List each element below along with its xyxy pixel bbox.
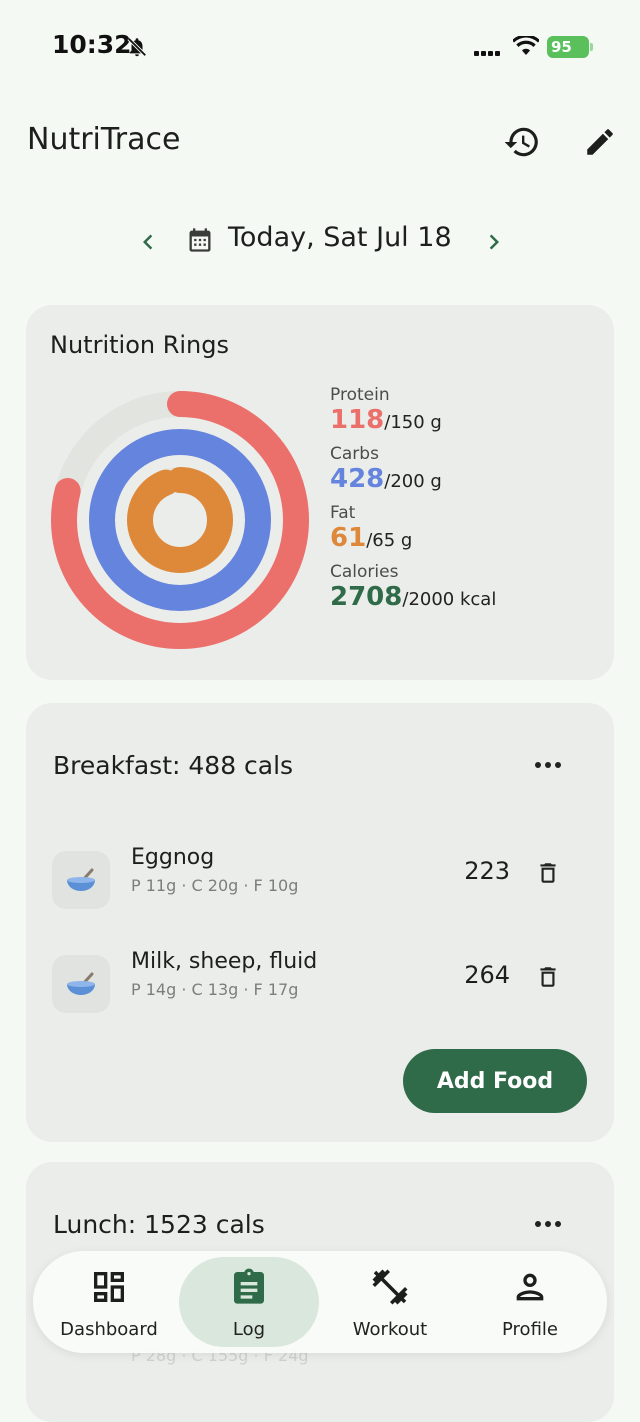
breakfast-card: Breakfast: 488 cals Eggnog P 11g · C 20g… — [26, 703, 614, 1142]
nav-workout[interactable]: Workout — [320, 1251, 460, 1353]
food-macros: P 11g · C 20g · F 10g — [131, 876, 299, 895]
battery-indicator: 95 — [547, 36, 593, 58]
calories-goal: /2000 kcal — [402, 589, 497, 610]
nav-label: Log — [232, 1319, 266, 1340]
chevron-left-icon — [143, 234, 153, 250]
nutrition-rings-chart — [51, 391, 309, 649]
wifi-icon — [513, 36, 539, 55]
edit-button[interactable] — [578, 120, 622, 164]
more-horizontal-icon — [535, 762, 561, 768]
next-day-button[interactable] — [472, 220, 516, 264]
breakfast-title: Breakfast: 488 cals — [53, 751, 294, 780]
clipboard-icon-graphic — [234, 1268, 264, 1304]
calories-value: 2708 — [330, 582, 403, 612]
food-name: Eggnog — [131, 845, 215, 870]
carbs-goal: /200 g — [384, 471, 442, 492]
trash-icon — [540, 863, 556, 883]
bowl-icon-graphic — [67, 868, 95, 891]
calories-label: Calories — [330, 562, 399, 582]
fat-legend: Fat 61/65 g — [330, 503, 496, 553]
person-icon — [508, 1265, 552, 1309]
dumbbell-icon — [368, 1265, 412, 1309]
signal-icon — [474, 41, 502, 60]
food-macros: P 14g · C 13g · F 17g — [131, 980, 299, 999]
bottom-navigation: Dashboard Log Workout Profile — [33, 1251, 607, 1353]
app-title: NutriTrace — [27, 122, 181, 157]
status-time: 10:32 — [52, 30, 132, 59]
rings-legend: Protein 118/150 g Carbs 428/200 g Fat 61… — [330, 385, 496, 621]
fat-goal: /65 g — [366, 530, 413, 551]
protein-goal: /150 g — [384, 412, 442, 433]
fat-ring — [127, 467, 233, 573]
nav-label: Workout — [352, 1319, 428, 1340]
chevron-right-icon — [489, 234, 499, 250]
nav-dashboard[interactable]: Dashboard — [39, 1251, 179, 1353]
nav-profile[interactable]: Profile — [460, 1251, 600, 1353]
history-icon — [504, 127, 538, 157]
food-item-row[interactable]: Eggnog P 11g · C 20g · F 10g 223 — [26, 845, 614, 931]
carbs-value: 428 — [330, 464, 385, 494]
dashboard-icon — [87, 1265, 131, 1309]
food-name: Milk, sheep, fluid — [131, 949, 318, 974]
calories-legend: Calories 2708/2000 kcal — [330, 562, 496, 612]
fat-label: Fat — [330, 503, 356, 523]
nav-label: Profile — [502, 1319, 558, 1340]
nav-label: Dashboard — [60, 1319, 158, 1340]
protein-label: Protein — [330, 385, 390, 405]
bell-off-icon — [127, 37, 147, 57]
history-button[interactable] — [500, 120, 544, 164]
carbs-ring — [89, 429, 271, 611]
date-label[interactable]: Today, Sat Jul 18 — [228, 222, 452, 253]
lunch-title: Lunch: 1523 cals — [53, 1210, 265, 1239]
dashboard-icon-graphic — [94, 1272, 124, 1302]
food-calories: 223 — [464, 857, 510, 885]
delete-food-button[interactable] — [530, 959, 566, 995]
calendar-icon — [189, 228, 211, 252]
nav-log[interactable]: Log — [179, 1251, 319, 1353]
food-calories: 264 — [464, 961, 510, 989]
breakfast-more-button[interactable] — [526, 745, 570, 785]
rings-title: Nutrition Rings — [50, 331, 230, 359]
bowl-icon-graphic — [67, 972, 95, 995]
previous-day-button[interactable] — [126, 220, 170, 264]
nutrition-rings-card: Nutrition Rings Protein 118/150 g Carbs … — [26, 305, 614, 680]
protein-legend: Protein 118/150 g — [330, 385, 496, 435]
add-food-button[interactable]: Add Food — [403, 1049, 587, 1113]
delete-food-button[interactable] — [530, 855, 566, 891]
carbs-label: Carbs — [330, 444, 379, 464]
food-item-row[interactable]: Milk, sheep, fluid P 14g · C 13g · F 17g… — [26, 949, 614, 1035]
trash-icon — [540, 967, 556, 987]
protein-value: 118 — [330, 405, 385, 435]
bowl-icon — [52, 851, 110, 909]
clipboard-icon — [227, 1265, 271, 1309]
dumbbell-icon-graphic — [372, 1269, 408, 1305]
bowl-icon — [52, 955, 110, 1013]
pencil-icon — [587, 129, 613, 155]
carbs-legend: Carbs 428/200 g — [330, 444, 496, 494]
person-icon-graphic — [516, 1273, 544, 1301]
lunch-more-button[interactable] — [526, 1204, 570, 1244]
fat-value: 61 — [330, 523, 367, 553]
more-horizontal-icon — [535, 1221, 561, 1227]
